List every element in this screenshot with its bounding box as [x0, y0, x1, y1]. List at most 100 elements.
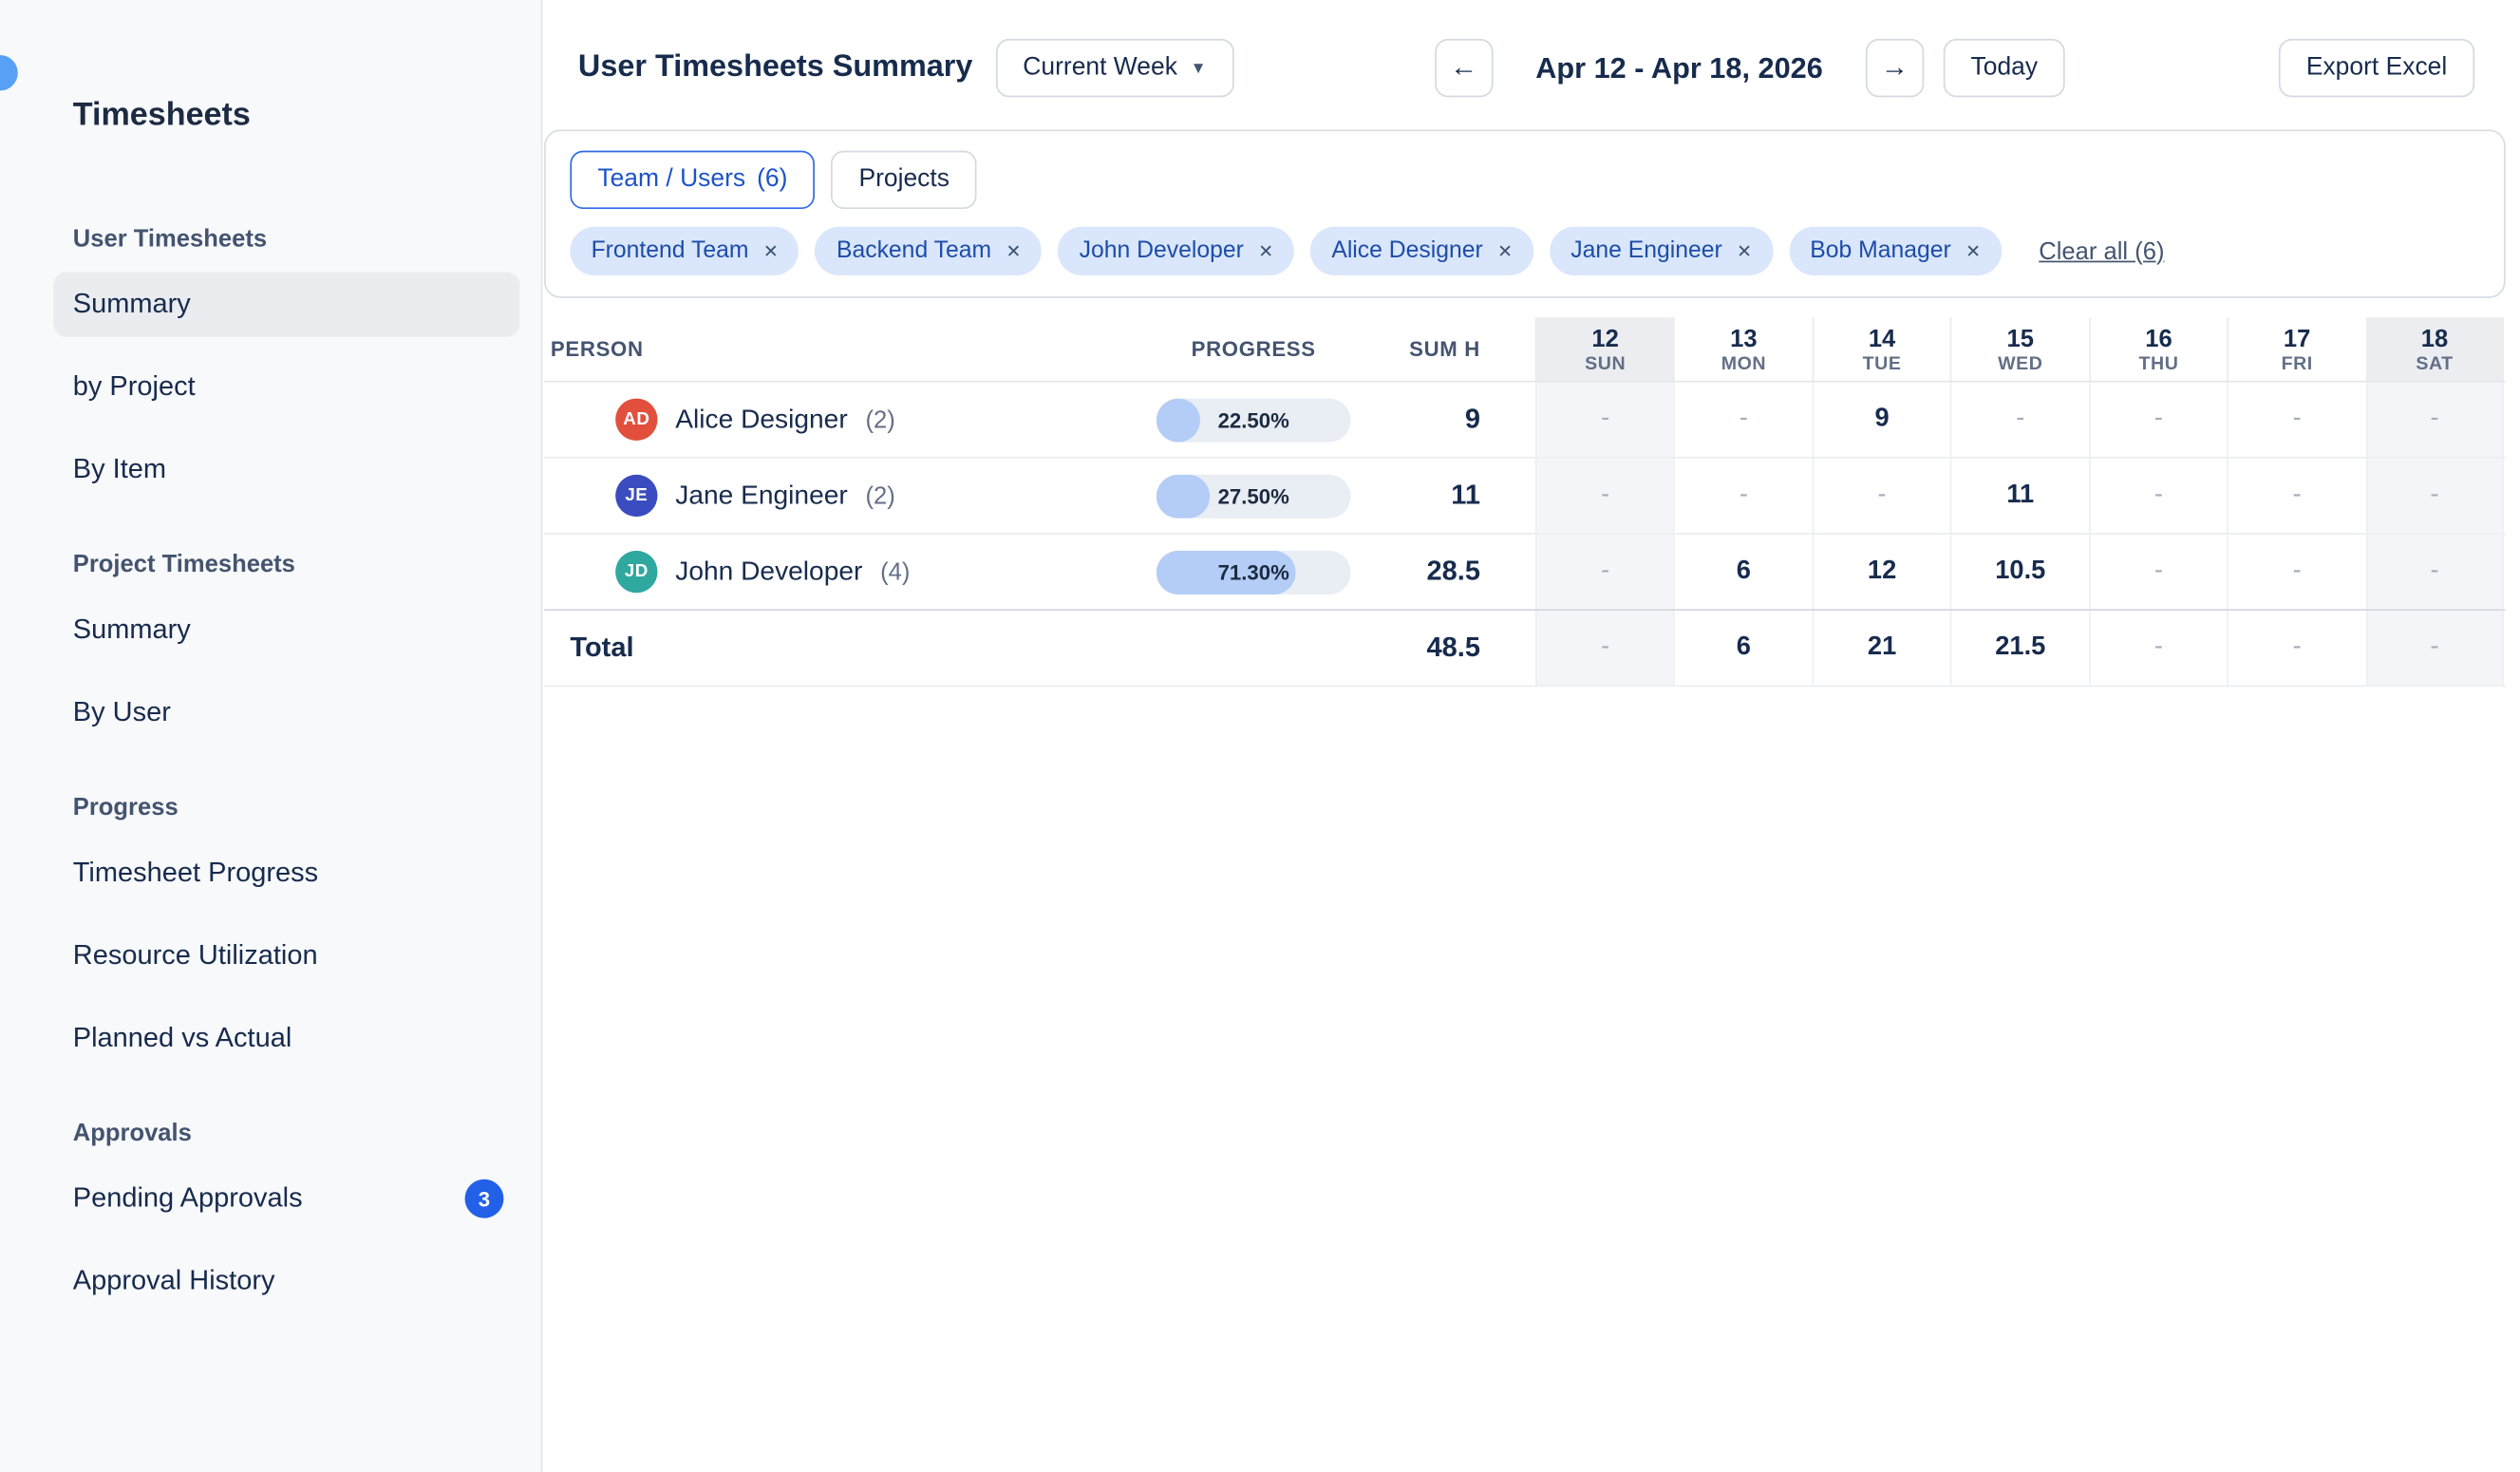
- day-cell[interactable]: -: [2227, 459, 2365, 533]
- filter-chip-jane-engineer[interactable]: Jane Engineer ✕: [1550, 227, 1773, 275]
- day-number: 16: [2145, 325, 2172, 352]
- filter-chip-backend-team[interactable]: Backend Team✕: [816, 227, 1043, 275]
- chip-label: Frontend Team: [592, 238, 749, 264]
- progress-cell: 22.50%: [1116, 383, 1391, 457]
- progress-fill: [1157, 398, 1200, 442]
- sidebar-item-label: Pending Approvals: [73, 1182, 303, 1215]
- person-cell[interactable]: AD Alice Designer (2): [544, 383, 1116, 457]
- filter-chip-bob-manager[interactable]: Bob Manager✕: [1789, 227, 2002, 275]
- sidebar-section-label-user-timesheets: User Timesheets: [73, 225, 520, 253]
- day-cell[interactable]: -: [2227, 535, 2365, 609]
- day-cell[interactable]: -: [2089, 535, 2228, 609]
- sidebar-item-label: Planned vs Actual: [73, 1022, 292, 1054]
- remove-chip-icon[interactable]: ✕: [1497, 240, 1513, 261]
- day-cell[interactable]: -: [2089, 383, 2228, 457]
- prev-week-button[interactable]: ←: [1435, 39, 1493, 97]
- day-column-header-sat: 18 SAT: [2365, 317, 2504, 381]
- sidebar-section-label-progress: Progress: [73, 794, 520, 821]
- main-header: User Timesheets Summary Current Week ▼ ←…: [542, 0, 2520, 110]
- sidebar-item-approval-history[interactable]: Approval History: [53, 1249, 519, 1313]
- tab-count: (6): [757, 165, 787, 195]
- day-column-header-fri: 17FRI: [2227, 317, 2365, 381]
- sidebar-item-pending-approvals[interactable]: Pending Approvals 3: [53, 1166, 519, 1231]
- sidebar-item-label: Timesheet Progress: [73, 857, 318, 889]
- progress-cell: 71.30%: [1116, 535, 1391, 609]
- day-cell[interactable]: -: [1674, 383, 1813, 457]
- remove-chip-icon[interactable]: ✕: [1006, 240, 1021, 261]
- progress-value: 71.30%: [1218, 559, 1289, 584]
- avatar: AD: [615, 399, 657, 441]
- sidebar-item-label: Resource Utilization: [73, 939, 318, 972]
- remove-chip-icon[interactable]: ✕: [1965, 240, 1981, 261]
- person-count: (2): [865, 406, 894, 433]
- period-selector-dropdown[interactable]: Current Week ▼: [995, 39, 1233, 97]
- day-cell[interactable]: -: [2365, 459, 2504, 533]
- person-name: Alice Designer: [675, 405, 847, 435]
- sidebar-item-label: Summary: [73, 613, 191, 646]
- pending-approvals-badge: 3: [465, 1179, 504, 1218]
- day-cell[interactable]: 9: [1812, 383, 1950, 457]
- day-cell[interactable]: -: [2365, 535, 2504, 609]
- total-day-cell: -: [2365, 611, 2504, 685]
- sidebar-section-label-approvals: Approvals: [73, 1120, 520, 1147]
- day-cell[interactable]: 12: [1812, 535, 1950, 609]
- progress-fill: [1157, 474, 1210, 518]
- table-row-john-developer: JDJohn Developer(4)71.30%28.5-61210.5---: [544, 535, 2506, 611]
- total-sum-hours: 48.5: [1391, 611, 1535, 685]
- remove-chip-icon[interactable]: ✕: [763, 240, 779, 261]
- day-cell[interactable]: -: [1950, 383, 2089, 457]
- day-cell[interactable]: 11: [1950, 459, 2089, 533]
- person-name: Jane Engineer: [675, 481, 848, 511]
- chip-label: Jane Engineer: [1570, 238, 1722, 264]
- sidebar-item-timesheet-progress[interactable]: Timesheet Progress: [53, 840, 519, 905]
- table-body: ADAlice Designer(2)22.50%9--9----JEJane …: [544, 383, 2506, 611]
- total-progress-spacer: [1116, 611, 1391, 685]
- next-week-button[interactable]: →: [1866, 39, 1924, 97]
- day-name: WED: [1998, 354, 2042, 373]
- day-name: TUE: [1863, 354, 1902, 373]
- total-day-cell: -: [2089, 611, 2228, 685]
- chip-label: John Developer: [1080, 238, 1244, 264]
- day-cell[interactable]: 10.5: [1950, 535, 2089, 609]
- day-cell[interactable]: -: [1674, 459, 1813, 533]
- column-header-progress: PROGRESS: [1116, 317, 1391, 381]
- day-cell[interactable]: -: [1535, 459, 1674, 533]
- person-cell[interactable]: JDJohn Developer(4): [544, 535, 1116, 609]
- sidebar-item-by-item[interactable]: By Item: [53, 438, 519, 502]
- sidebar-item-summary[interactable]: Summary: [53, 597, 519, 662]
- avatar: JD: [615, 551, 657, 593]
- progress-pill: 22.50%: [1157, 398, 1351, 442]
- progress-value: 22.50%: [1218, 407, 1289, 432]
- clear-all-filters-link[interactable]: Clear all (6): [2039, 237, 2164, 265]
- tab-projects[interactable]: Projects: [831, 151, 977, 209]
- day-column-header-tue: 14TUE: [1812, 317, 1950, 381]
- sidebar-item-planned-vs-actual[interactable]: Planned vs Actual: [53, 1006, 519, 1070]
- day-name: SAT: [2416, 354, 2453, 373]
- sidebar-item-by-project[interactable]: by Project: [53, 355, 519, 420]
- day-cell[interactable]: -: [1535, 383, 1674, 457]
- remove-chip-icon[interactable]: ✕: [1737, 240, 1752, 261]
- person-cell[interactable]: JEJane Engineer(2): [544, 459, 1116, 533]
- today-button[interactable]: Today: [1944, 39, 2066, 97]
- filter-chip-alice-designer[interactable]: Alice Designer✕: [1310, 227, 1533, 275]
- table-row-jane-engineer: JEJane Engineer(2)27.50%11---11---: [544, 459, 2506, 535]
- filter-chip-john-developer[interactable]: John Developer ✕: [1058, 227, 1294, 275]
- day-cell[interactable]: -: [1812, 459, 1950, 533]
- day-cell[interactable]: -: [2227, 383, 2365, 457]
- day-name: SUN: [1585, 354, 1626, 373]
- sidebar-item-label: Approval History: [73, 1265, 275, 1297]
- day-number: 18: [2421, 325, 2448, 352]
- remove-chip-icon[interactable]: ✕: [1258, 240, 1273, 261]
- filter-chip-frontend-team[interactable]: Frontend Team ✕: [570, 227, 799, 275]
- sidebar-item-label: by Project: [73, 371, 196, 404]
- sidebar-item-resource-utilization[interactable]: Resource Utilization: [53, 923, 519, 988]
- day-cell[interactable]: 6: [1674, 535, 1813, 609]
- day-cell[interactable]: -: [2089, 459, 2228, 533]
- export-excel-button[interactable]: Export Excel: [2279, 39, 2474, 97]
- sidebar-item-by-user[interactable]: By User: [53, 680, 519, 745]
- sidebar-item-summary[interactable]: Summary: [53, 273, 519, 337]
- day-cell[interactable]: -: [1535, 535, 1674, 609]
- total-day-cell: 21: [1812, 611, 1950, 685]
- tab-team-users[interactable]: Team / Users (6): [570, 151, 815, 209]
- day-cell[interactable]: -: [2365, 383, 2504, 457]
